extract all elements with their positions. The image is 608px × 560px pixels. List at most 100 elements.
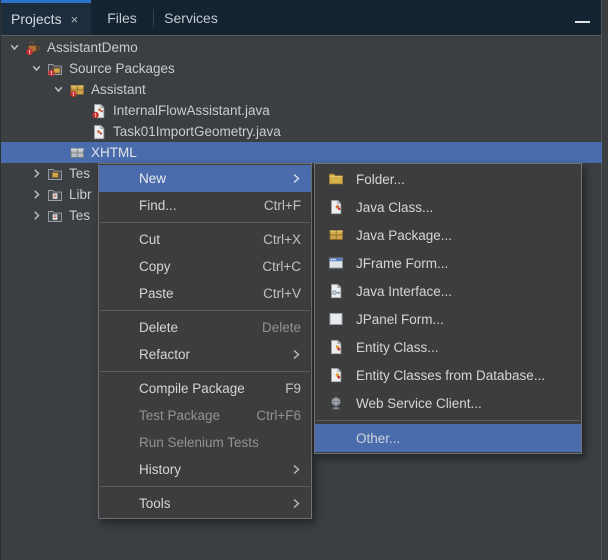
menu-separator: [100, 371, 310, 372]
submenu-arrow-icon: [292, 173, 301, 184]
submenu-item-label: Java Package...: [356, 228, 452, 243]
tree-item-assistant[interactable]: Assistant: [1, 79, 602, 100]
menu-separator: [316, 420, 580, 421]
entity-class-icon: [328, 367, 344, 383]
submenu-item-jpanel-form[interactable]: JPanel Form...: [315, 305, 581, 333]
chevron-down-icon[interactable]: [51, 83, 65, 97]
menu-item-refactor[interactable]: Refactor: [99, 341, 311, 368]
submenu-item-label: Other...: [356, 431, 400, 446]
submenu-item-entity-class[interactable]: Entity Class...: [315, 333, 581, 361]
tab-files[interactable]: Files: [91, 0, 153, 35]
menu-shortcut: Ctrl+V: [263, 286, 301, 301]
menu-shortcut: Ctrl+X: [263, 232, 301, 247]
jpanel-form-icon: [328, 311, 344, 327]
tab-services[interactable]: Services: [154, 0, 228, 35]
submenu-item-other[interactable]: Other...: [315, 424, 581, 452]
chevron-right-icon[interactable]: [29, 167, 43, 181]
submenu-arrow-icon: [292, 464, 301, 475]
menu-item-find[interactable]: Find... Ctrl+F: [99, 192, 311, 219]
menu-shortcut: Ctrl+C: [262, 259, 301, 274]
tree-item-source-packages[interactable]: Source Packages: [1, 58, 602, 79]
tree-item-label: InternalFlowAssistant.java: [113, 103, 270, 118]
submenu-item-folder[interactable]: Folder...: [315, 165, 581, 193]
menu-item-copy[interactable]: Copy Ctrl+C: [99, 253, 311, 280]
menu-item-label: Find...: [139, 198, 177, 213]
tab-files-label: Files: [107, 10, 137, 26]
submenu-arrow-icon: [292, 349, 301, 360]
source-packages-error-icon: [47, 61, 63, 77]
menu-separator: [100, 310, 310, 311]
java-file-icon: [91, 124, 107, 140]
menu-separator: [100, 222, 310, 223]
menu-item-label: History: [139, 462, 181, 477]
tree-item-assistantdemo[interactable]: AssistantDemo: [1, 37, 602, 58]
libraries-folder-icon: [47, 187, 63, 203]
tab-projects[interactable]: Projects ×: [1, 0, 91, 35]
tree-item-label: XHTML: [91, 145, 137, 160]
submenu-item-java-interface[interactable]: Java Interface...: [315, 277, 581, 305]
new-submenu: Folder... Java Class...: [314, 163, 582, 454]
menu-item-label: Paste: [139, 286, 174, 301]
tree-item-xhtml[interactable]: XHTML: [1, 142, 602, 163]
menu-item-tools[interactable]: Tools: [99, 490, 311, 517]
menu-item-label: Cut: [139, 232, 160, 247]
close-icon[interactable]: ×: [71, 13, 79, 26]
menu-item-label: Copy: [139, 259, 171, 274]
context-menu: New Find... Ctrl+F Cut Ctrl+X Copy Ctrl+…: [98, 163, 312, 519]
tab-projects-label: Projects: [11, 11, 62, 27]
submenu-item-label: Java Class...: [356, 200, 433, 215]
minimize-icon[interactable]: [575, 21, 590, 23]
test-packages-folder-icon: [47, 166, 63, 182]
submenu-item-label: Web Service Client...: [356, 396, 482, 411]
entity-class-icon: [328, 339, 344, 355]
submenu-item-web-service-client[interactable]: Web Service Client...: [315, 389, 581, 417]
tree-item-label: Assistant: [91, 82, 146, 97]
menu-item-label: Refactor: [139, 347, 190, 362]
tree-item-label: Libr: [69, 187, 92, 202]
submenu-item-label: JPanel Form...: [356, 312, 444, 327]
tree-item-label: Task01ImportGeometry.java: [113, 124, 281, 139]
menu-item-label: Tools: [139, 496, 171, 511]
submenu-item-label: Entity Class...: [356, 340, 439, 355]
projects-panel: Projects × Files Services: [0, 0, 608, 560]
tree-item-label: Source Packages: [69, 61, 175, 76]
submenu-item-label: Entity Classes from Database...: [356, 368, 545, 383]
tree-item-label: Tes: [69, 208, 90, 223]
submenu-item-java-package[interactable]: Java Package...: [315, 221, 581, 249]
folder-icon: [328, 171, 344, 187]
menu-shortcut: Delete: [262, 320, 301, 335]
menu-separator: [100, 486, 310, 487]
blank-icon-spacer: [328, 430, 344, 446]
submenu-item-java-class[interactable]: Java Class...: [315, 193, 581, 221]
menu-item-label: Run Selenium Tests: [139, 435, 259, 450]
menu-shortcut: F9: [285, 381, 301, 396]
empty-package-icon: [69, 145, 85, 161]
tab-bar: Projects × Files Services: [1, 0, 602, 36]
submenu-item-label: JFrame Form...: [356, 256, 448, 271]
menu-item-paste[interactable]: Paste Ctrl+V: [99, 280, 311, 307]
tab-services-label: Services: [164, 10, 218, 26]
menu-shortcut: Ctrl+F6: [256, 408, 301, 423]
chevron-right-icon[interactable]: [29, 188, 43, 202]
java-class-icon: [328, 199, 344, 215]
menu-item-new[interactable]: New: [99, 165, 311, 192]
chevron-down-icon[interactable]: [7, 41, 21, 55]
submenu-item-jframe-form[interactable]: JFrame Form...: [315, 249, 581, 277]
menu-shortcut: Ctrl+F: [264, 198, 301, 213]
submenu-arrow-icon: [292, 498, 301, 509]
menu-item-cut[interactable]: Cut Ctrl+X: [99, 226, 311, 253]
tree-item-label: AssistantDemo: [47, 40, 138, 55]
menu-item-run-selenium-tests[interactable]: Run Selenium Tests: [99, 429, 311, 456]
chevron-right-icon[interactable]: [29, 209, 43, 223]
tree-item-internalflowassistant[interactable]: InternalFlowAssistant.java: [1, 100, 602, 121]
menu-item-history[interactable]: History: [99, 456, 311, 483]
jframe-form-icon: [328, 255, 344, 271]
submenu-item-entity-classes-from-database[interactable]: Entity Classes from Database...: [315, 361, 581, 389]
tree-item-task01importgeometry[interactable]: Task01ImportGeometry.java: [1, 121, 602, 142]
menu-item-test-package[interactable]: Test Package Ctrl+F6: [99, 402, 311, 429]
chevron-down-icon[interactable]: [29, 62, 43, 76]
menu-item-delete[interactable]: Delete Delete: [99, 314, 311, 341]
menu-item-compile-package[interactable]: Compile Package F9: [99, 375, 311, 402]
menu-item-label: New: [139, 171, 166, 186]
libraries-folder-icon: [47, 208, 63, 224]
